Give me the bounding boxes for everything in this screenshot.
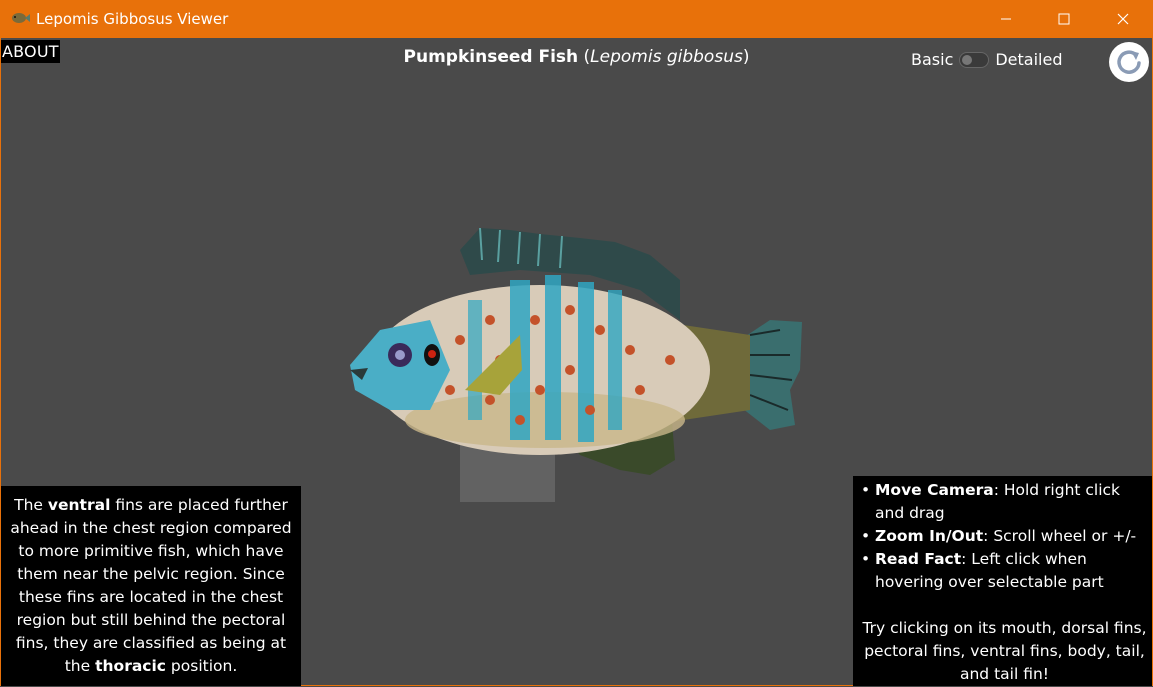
toggle-basic-label: Basic (911, 50, 954, 69)
scientific-name: Lepomis gibbosus (590, 47, 743, 67)
help-item-text: Read Fact: Left click when hovering over… (875, 548, 1148, 594)
close-button[interactable] (1094, 0, 1152, 38)
common-name: Pumpkinseed Fish (403, 47, 579, 67)
fish-icon (12, 13, 30, 23)
minimize-button[interactable] (977, 0, 1035, 38)
fact-text: position. (166, 657, 238, 675)
close-icon (1117, 13, 1129, 25)
help-item-text: Zoom In/Out: Scroll wheel or +/- (875, 525, 1136, 548)
bullet: • (861, 527, 871, 545)
minimize-icon (1001, 18, 1011, 20)
help-item-title: Read Fact (875, 550, 962, 568)
help-item-desc: : Scroll wheel or +/- (983, 527, 1137, 545)
detail-switch[interactable] (959, 51, 990, 68)
help-item-zoom: • Zoom In/Out: Scroll wheel or +/- (861, 525, 1148, 548)
window-title: Lepomis Gibbosus Viewer (36, 10, 229, 28)
maximize-button[interactable] (1035, 0, 1093, 38)
help-item-read-fact: • Read Fact: Left click when hovering ov… (861, 548, 1148, 594)
fact-panel: The ventral fins are placed further ahea… (1, 486, 301, 686)
help-item-title: Zoom In/Out (875, 527, 984, 545)
refresh-icon (1117, 50, 1141, 74)
switch-knob (962, 54, 973, 65)
help-item-move-camera: • Move Camera: Hold right click and drag (861, 479, 1148, 525)
detail-mode-toggle[interactable]: Basic Detailed (911, 50, 1063, 69)
window-titlebar[interactable]: Lepomis Gibbosus Viewer (0, 0, 1153, 38)
bullet: • (861, 481, 871, 499)
fact-keyword-thoracic: thoracic (95, 657, 166, 675)
toggle-detailed-label: Detailed (995, 50, 1063, 69)
fact-keyword-ventral: ventral (47, 496, 111, 514)
help-item-title: Move Camera (875, 481, 994, 499)
help-footer: Try clicking on its mouth, dorsal fins, … (862, 619, 1147, 683)
reset-camera-button[interactable] (1109, 42, 1149, 82)
bullet: • (861, 550, 871, 568)
pumpkinseed-fish-model[interactable] (340, 220, 820, 510)
maximize-icon (1058, 13, 1070, 25)
fact-text: The (14, 496, 48, 514)
fact-text: fins are placed further ahead in the che… (10, 496, 292, 675)
help-panel: • Move Camera: Hold right click and drag… (853, 476, 1152, 686)
title-close-paren: ) (742, 47, 750, 67)
help-item-text: Move Camera: Hold right click and drag (875, 479, 1148, 525)
